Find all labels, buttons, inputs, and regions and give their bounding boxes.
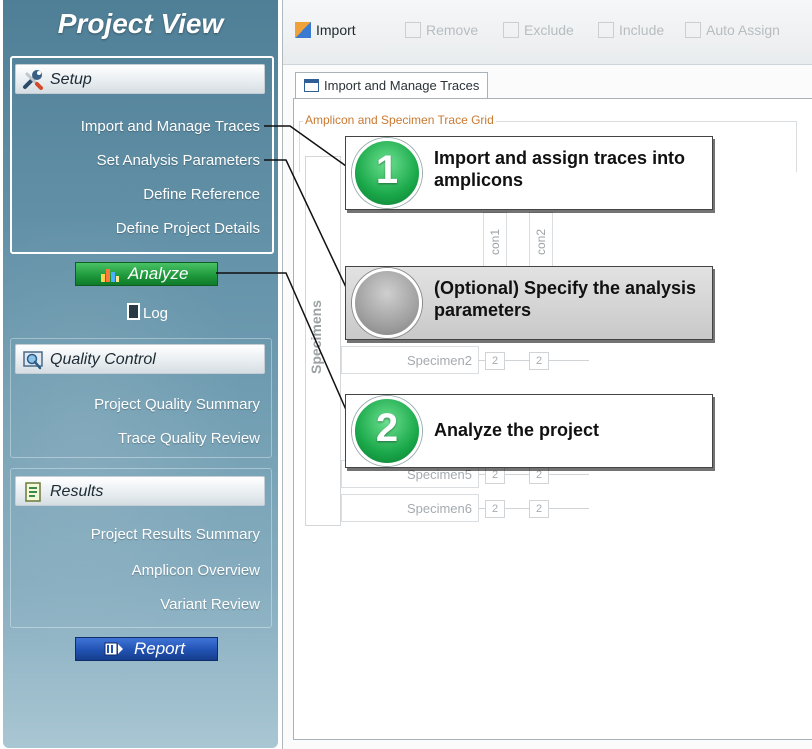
step-number: 1 <box>375 148 399 192</box>
callout-text: Analyze the project <box>434 420 600 440</box>
step-number: 2 <box>375 406 399 450</box>
callout-text: (Optional) Specify the analysis paramete… <box>434 278 697 320</box>
step-badge: 1 <box>352 138 422 208</box>
callout-text: Import and assign traces into amplicons <box>434 148 686 190</box>
step-badge: 2 <box>352 396 422 466</box>
callout-step-1: 1 Import and assign traces into amplicon… <box>345 136 713 210</box>
optional-step-badge <box>352 268 422 338</box>
callout-optional-step: (Optional) Specify the analysis paramete… <box>345 266 713 340</box>
callout-connector-lines <box>216 125 361 429</box>
callout-step-2: 2 Analyze the project <box>345 394 713 468</box>
